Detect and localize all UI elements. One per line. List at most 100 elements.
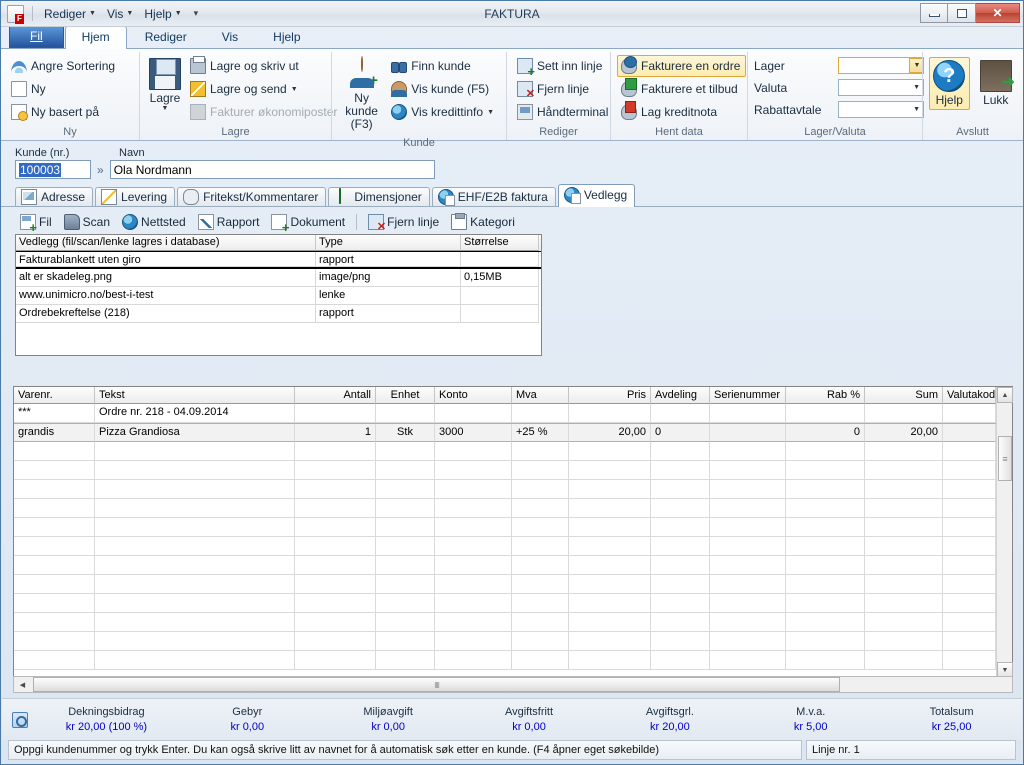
column-header-rab[interactable]: Rab % xyxy=(786,387,865,404)
column-header-serienummer[interactable]: Serienummer xyxy=(710,387,786,404)
attach-dokument-button[interactable]: Dokument xyxy=(266,212,350,232)
tab-levering[interactable]: Levering xyxy=(95,187,175,206)
lag-kreditnota-button[interactable]: Lag kreditnota xyxy=(617,101,746,123)
ribbon-tab-hjem[interactable]: Hjem xyxy=(65,26,127,49)
attach-nettsted-button[interactable]: Nettsted xyxy=(117,212,191,232)
qat-overflow-icon[interactable]: ▾ xyxy=(190,8,203,19)
lagre-og-skriv-ut-button[interactable]: Lagre og skriv ut xyxy=(186,55,343,77)
attach-button-label: Fjern linje xyxy=(387,215,439,229)
table-row-empty[interactable] xyxy=(14,518,1012,537)
attachment-row[interactable]: www.unimicro.no/best-i-test lenke xyxy=(16,287,541,305)
table-row[interactable]: grandis Pizza Grandiosa 1 Stk 3000 +25 %… xyxy=(14,423,1012,442)
table-row-empty[interactable] xyxy=(14,537,1012,556)
column-header-pris[interactable]: Pris xyxy=(569,387,651,404)
chevron-down-icon[interactable]: ▼ xyxy=(291,86,298,93)
scroll-up-button[interactable]: ▲ xyxy=(997,387,1013,403)
table-row-empty[interactable] xyxy=(14,461,1012,480)
ribbon-group-body: Fakturere en ordre Fakturere et tilbud L… xyxy=(615,52,743,126)
ribbon-tab-vis[interactable]: Vis xyxy=(205,26,255,48)
fjern-linje-button[interactable]: Fjern linje xyxy=(513,78,614,100)
column-header-konto[interactable]: Konto xyxy=(435,387,512,404)
ribbon-tab-rediger[interactable]: Rediger xyxy=(128,26,204,48)
qat-item-hjelp[interactable]: Hjelp ▼ xyxy=(141,5,184,23)
rabattavtale-combo[interactable]: ▼ xyxy=(838,101,924,118)
column-header-sum[interactable]: Sum xyxy=(865,387,943,404)
attach-fjern-linje-button[interactable]: Fjern linje xyxy=(363,212,444,232)
scroll-thumb-horizontal[interactable] xyxy=(33,677,840,692)
column-header-valutakod[interactable]: Valutakod xyxy=(943,387,996,404)
ribbon-tab-label: Fil xyxy=(30,29,43,43)
qat-item-rediger[interactable]: Rediger ▼ xyxy=(41,5,99,23)
scroll-left-button[interactable]: ◀ xyxy=(14,677,31,692)
table-row-empty[interactable] xyxy=(14,499,1012,518)
sett-inn-linje-button[interactable]: Sett inn linje xyxy=(513,55,614,77)
vis-kredittinfo-button[interactable]: Vis kredittinfo ▼ xyxy=(387,101,500,123)
cell-empty xyxy=(943,537,996,556)
navn-input[interactable]: Ola Nordmann xyxy=(110,160,435,179)
scroll-thumb[interactable] xyxy=(998,436,1012,481)
table-row-empty[interactable] xyxy=(14,575,1012,594)
table-row-empty[interactable] xyxy=(14,556,1012,575)
fakturere-et-tilbud-button[interactable]: Fakturere et tilbud xyxy=(617,78,746,100)
attachment-row[interactable]: alt er skadeleg.png image/png 0,15MB xyxy=(16,269,541,287)
column-header-enhet[interactable]: Enhet xyxy=(376,387,435,404)
valuta-combo[interactable]: ▼ xyxy=(838,79,924,96)
close-button[interactable]: ✕ xyxy=(976,3,1020,23)
tab-vedlegg[interactable]: Vedlegg xyxy=(558,184,635,207)
maximize-button[interactable] xyxy=(948,3,976,23)
fakturere-en-ordre-button[interactable]: Fakturere en ordre xyxy=(617,55,746,77)
finn-kunde-button[interactable]: Finn kunde xyxy=(387,55,500,77)
cell-empty xyxy=(435,556,512,575)
chevron-down-icon[interactable]: ▼ xyxy=(162,105,169,112)
tab-fritekst-kommentarer[interactable]: Fritekst/Kommentarer xyxy=(177,187,326,206)
lines-grid-vertical-scrollbar[interactable]: ▲ ▼ xyxy=(996,387,1012,678)
attachment-row[interactable]: Ordrebekreftelse (218) rapport xyxy=(16,305,541,323)
table-row-empty[interactable] xyxy=(14,480,1012,499)
ny-button[interactable]: Ny xyxy=(7,78,121,100)
lager-combo[interactable]: ▼ xyxy=(838,57,924,74)
column-header-vedlegg[interactable]: Vedlegg (fil/scan/lenke lagres i databas… xyxy=(16,235,316,251)
tab-ehf-e2b-faktura[interactable]: EHF/E2B faktura xyxy=(432,187,556,206)
attach-kategori-button[interactable]: Kategori xyxy=(446,212,520,232)
table-row-empty[interactable] xyxy=(14,651,1012,670)
ribbon-tab-fil[interactable]: Fil xyxy=(9,25,64,48)
attachments-grid[interactable]: Vedlegg (fil/scan/lenke lagres i databas… xyxy=(15,234,542,356)
chevron-down-icon[interactable]: ▼ xyxy=(487,109,494,116)
hjelp-button[interactable]: Hjelp xyxy=(929,57,970,110)
ribbon-tab-hjelp[interactable]: Hjelp xyxy=(256,26,317,48)
column-header-antall[interactable]: Antall xyxy=(295,387,376,404)
customer-expand-icon[interactable]: » xyxy=(97,163,104,177)
column-header-type[interactable]: Type xyxy=(316,235,461,251)
attach-fil-button[interactable]: Fil xyxy=(15,212,57,232)
lines-grid-horizontal-scrollbar[interactable]: ◀ xyxy=(13,676,1013,693)
kunde-nr-input[interactable]: 100003 xyxy=(15,160,91,179)
lagre-og-send-button[interactable]: Lagre og send ▼ xyxy=(186,78,343,100)
attachment-row[interactable]: Fakturablankett uten giro rapport xyxy=(16,251,541,269)
column-header-varenr[interactable]: Varenr. xyxy=(14,387,95,404)
lagre-button[interactable]: Lagre ▼ xyxy=(146,55,184,115)
invoice-lines-grid[interactable]: Varenr. Tekst Antall Enhet Konto Mva Pri… xyxy=(13,386,1013,679)
table-row-empty[interactable] xyxy=(14,594,1012,613)
cell-empty xyxy=(95,575,295,594)
table-row-empty[interactable] xyxy=(14,632,1012,651)
ny-basert-pa-button[interactable]: Ny basert på xyxy=(7,101,121,123)
column-header-mva[interactable]: Mva xyxy=(512,387,569,404)
table-row-empty[interactable] xyxy=(14,613,1012,632)
ny-kunde-button[interactable]: + Ny kunde (F3) xyxy=(338,55,385,134)
vis-kunde-button[interactable]: Vis kunde (F5) xyxy=(387,78,500,100)
handterminal-button[interactable]: Håndterminal xyxy=(513,101,614,123)
tab-adresse[interactable]: Adresse xyxy=(15,187,93,206)
search-magnifier-icon[interactable] xyxy=(12,712,28,728)
qat-item-vis[interactable]: Vis ▼ xyxy=(104,5,136,23)
table-row[interactable]: *** Ordre nr. 218 - 04.09.2014 xyxy=(14,404,1012,423)
attach-rapport-button[interactable]: Rapport xyxy=(193,212,265,232)
angre-sortering-button[interactable]: Angre Sortering xyxy=(7,55,121,77)
column-header-storrelse[interactable]: Størrelse xyxy=(461,235,539,251)
column-header-avdeling[interactable]: Avdeling xyxy=(651,387,710,404)
tab-dimensjoner[interactable]: Dimensjoner xyxy=(328,187,429,206)
attach-scan-button[interactable]: Scan xyxy=(59,212,115,232)
lukk-button[interactable]: Lukk xyxy=(976,57,1017,110)
column-header-tekst[interactable]: Tekst xyxy=(95,387,295,404)
minimize-button[interactable] xyxy=(920,3,948,23)
table-row-empty[interactable] xyxy=(14,442,1012,461)
